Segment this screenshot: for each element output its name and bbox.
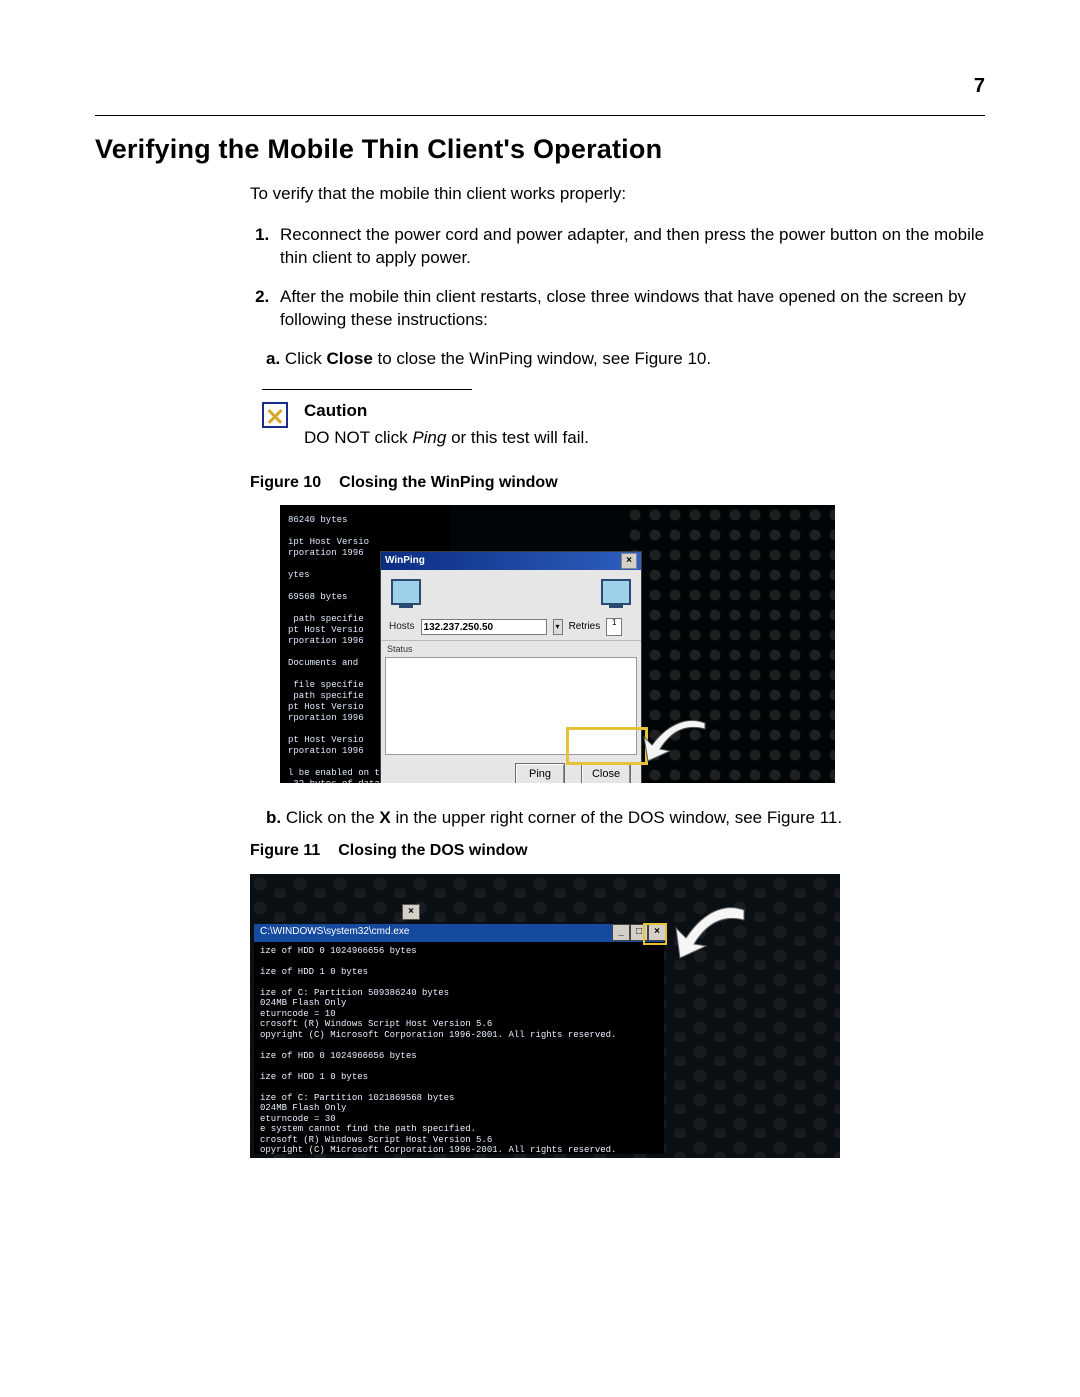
figure-10-label: Figure 10 (250, 474, 321, 491)
dos-window: _ □ × ize of HDD 0 1024966656 bytes ize … (254, 924, 664, 1154)
retries-value: 1 (607, 619, 621, 627)
substep-a: a. Click Close to close the WinPing wind… (266, 348, 985, 371)
status-area (385, 657, 637, 755)
steps-list: Reconnect the power cord and power adapt… (250, 224, 985, 332)
substep-b-label: b. (266, 808, 281, 827)
hosts-row: Hosts ▾ Retries 1 (381, 614, 641, 640)
figure-11-label: Figure 11 (250, 842, 320, 859)
close-icon[interactable]: × (648, 924, 666, 941)
figure-10-caption: Figure 10 Closing the WinPing window (250, 472, 985, 494)
section-title: Verifying the Mobile Thin Client's Opera… (95, 134, 985, 165)
caution-post: or this test will fail. (446, 428, 589, 447)
substep-b-pre: Click on the (286, 808, 380, 827)
retries-stepper[interactable]: 1 (606, 618, 622, 636)
intro-text: To verify that the mobile thin client wo… (250, 183, 985, 206)
substep-a-post: to close the WinPing window, see Figure … (373, 349, 711, 368)
close-icon[interactable]: × (621, 553, 637, 569)
substep-a-label: a. (266, 349, 280, 368)
substep-b-bold: X (379, 808, 390, 827)
arrow-icon (640, 715, 710, 765)
caution-italic: Ping (412, 428, 446, 447)
figure-10-title: Closing the WinPing window (339, 474, 558, 491)
ping-button[interactable]: Ping (515, 763, 565, 783)
substep-a-pre: Click (285, 349, 327, 368)
close-icon[interactable]: × (402, 904, 420, 920)
step-2-text: After the mobile thin client restarts, c… (280, 287, 966, 329)
window-controls: _ □ × (612, 924, 666, 941)
substep-b: b. Click on the X in the upper right cor… (266, 807, 985, 830)
hosts-input[interactable] (421, 619, 547, 635)
caution-pre: DO NOT click (304, 428, 412, 447)
header-rule (95, 115, 985, 116)
body-content: To verify that the mobile thin client wo… (250, 183, 985, 1158)
caution-block: Caution DO NOT click Ping or this test w… (262, 389, 985, 450)
maximize-icon[interactable]: □ (630, 924, 648, 941)
substep-b-post: in the upper right corner of the DOS win… (391, 808, 842, 827)
page-number: 7 (974, 75, 985, 98)
caution-body: DO NOT click Ping or this test will fail… (304, 427, 589, 450)
substep-a-bold: Close (326, 349, 372, 368)
caution-rule (262, 389, 472, 390)
step-1: Reconnect the power cord and power adapt… (274, 224, 985, 270)
figure-10: 86240 bytes ipt Host Versio rporation 19… (280, 505, 835, 783)
close-button[interactable]: Close (581, 763, 631, 783)
dos-text: ize of HDD 0 1024966656 bytes ize of HDD… (254, 942, 664, 1158)
arrow-icon (670, 904, 750, 968)
winping-icons-row (381, 570, 641, 614)
figure-11-caption: Figure 11 Closing the DOS window (250, 840, 985, 862)
figure-11-title: Closing the DOS window (338, 842, 527, 859)
caution-text: Caution DO NOT click Ping or this test w… (304, 400, 589, 450)
document-page: 7 Verifying the Mobile Thin Client's Ope… (0, 0, 1080, 1397)
status-label: Status (381, 640, 641, 657)
hosts-label: Hosts (389, 620, 415, 634)
figure-11: × _ □ × ize of HDD 0 1024966656 bytes iz… (250, 874, 840, 1158)
button-row: Ping Close (381, 755, 641, 783)
computer-icon (391, 579, 421, 605)
caution-heading: Caution (304, 400, 589, 423)
step-2: After the mobile thin client restarts, c… (274, 286, 985, 332)
minimize-icon[interactable]: _ (612, 924, 630, 941)
winping-titlebar[interactable]: WinPing × (381, 552, 641, 570)
chevron-down-icon[interactable]: ▾ (553, 619, 563, 635)
caution-icon (262, 402, 288, 428)
retries-label: Retries (569, 620, 601, 634)
step-1-text: Reconnect the power cord and power adapt… (280, 225, 984, 267)
winping-window: WinPing × Hosts ▾ Retries 1 Status (380, 551, 642, 783)
computer-icon (601, 579, 631, 605)
winping-title: WinPing (385, 554, 425, 568)
